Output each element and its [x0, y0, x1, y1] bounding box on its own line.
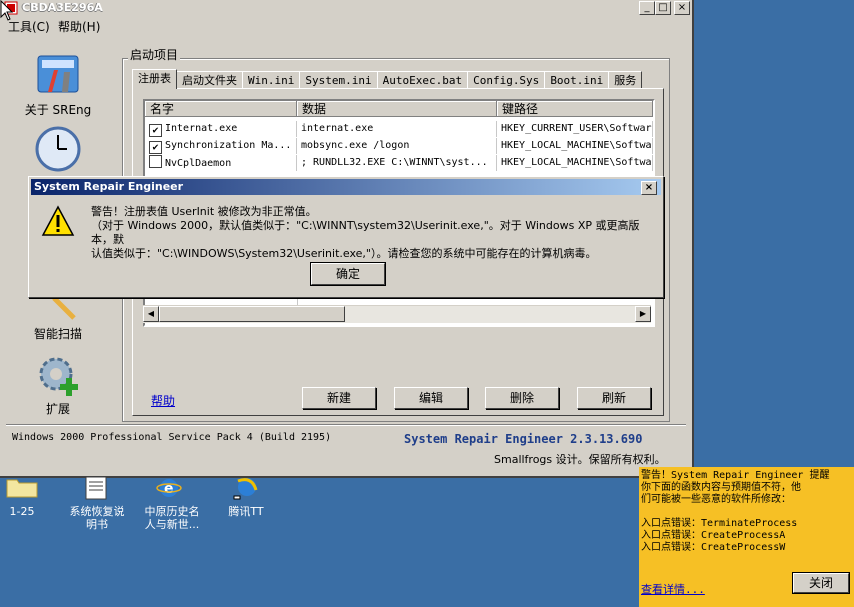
tab-registry[interactable]: 注册表	[132, 69, 177, 89]
notification-line: 们可能被一些恶意的软件所修改：	[641, 494, 791, 505]
gear-plus-icon[interactable]	[34, 352, 82, 398]
window-title: CBDA3E296A	[22, 1, 103, 14]
notification-line: 入口点错误：CreateProcessW	[641, 542, 786, 553]
dialog-message-line3: 认值类似于："C:\WINDOWS\System32\Userinit.exe,…	[91, 247, 597, 260]
tab-autoexec[interactable]: AutoExec.bat	[376, 71, 469, 89]
close-button[interactable]: ×	[674, 1, 690, 15]
sidebar-item-smart-scan[interactable]: 智能扫描	[20, 325, 96, 342]
dialog-close-button[interactable]: ×	[641, 181, 657, 195]
sidebar-item-about[interactable]: 关于 SREng	[20, 101, 96, 118]
row-name: Synchronization Ma...	[165, 140, 292, 151]
maximize-button[interactable]: □	[655, 1, 671, 15]
status-divider	[6, 424, 686, 425]
menu-help[interactable]: 帮助(H)	[58, 18, 100, 35]
row-path: HKEY_LOCAL_MACHINE\Softwa	[497, 155, 653, 171]
product-name: System Repair Engineer 2.3.13.690	[404, 432, 643, 446]
dialog-message-line2: （对于 Windows 2000，默认值类似于："C:\WINNT\system…	[91, 219, 640, 246]
tab-system-ini[interactable]: System.ini	[299, 71, 378, 89]
row-checkbox[interactable]: ✔	[149, 124, 162, 137]
menu-tools[interactable]: 工具(C)	[8, 18, 50, 35]
desktop-icon-label[interactable]: 中原历史名 人与新世...	[136, 505, 208, 531]
table-row[interactable]: ✔ Internat.exe internat.exe HKEY_CURRENT_…	[145, 121, 653, 137]
tab-config-sys[interactable]: Config.Sys	[467, 71, 546, 89]
warning-dialog: System Repair Engineer × 警告！注册表值 UserIni…	[28, 176, 664, 298]
tab-strip: 注册表 启动文件夹 Win.ini System.ini AutoExec.bat Con…	[132, 69, 643, 89]
clock-icon[interactable]	[34, 126, 82, 172]
row-data: ; RUNDLL32.EXE C:\WINNT\syst...	[297, 155, 497, 171]
sreng-about-icon[interactable]	[34, 52, 82, 98]
notification-close-button[interactable]: 关闭	[792, 572, 850, 594]
column-name[interactable]: 名字	[145, 101, 297, 117]
column-path[interactable]: 键路径	[497, 101, 653, 117]
desktop-icon-label[interactable]: 腾讯TT	[220, 505, 272, 518]
refresh-button[interactable]: 刷新	[577, 387, 651, 409]
tab-win-ini[interactable]: Win.ini	[242, 71, 301, 89]
dialog-title: System Repair Engineer	[34, 180, 184, 193]
horizontal-scrollbar[interactable]: ◀ ▶	[143, 305, 651, 323]
dialog-message: 警告！注册表值 UserInit 被修改为非正常值。 （对于 Windows 2…	[91, 205, 657, 261]
title-bar[interactable]	[0, 0, 692, 16]
scroll-left-icon[interactable]: ◀	[143, 306, 159, 322]
minimize-button[interactable]: _	[639, 1, 655, 15]
notification-line: 警告！System Repair Engineer 提醒	[641, 470, 830, 481]
desktop-icon-label[interactable]: 1-25	[0, 505, 44, 518]
tab-startup-folder[interactable]: 启动文件夹	[176, 71, 243, 89]
edit-button[interactable]: 编辑	[394, 387, 468, 409]
column-data[interactable]: 数据	[297, 101, 497, 117]
magnifier-icon[interactable]	[34, 296, 82, 322]
delete-button[interactable]: 删除	[485, 387, 559, 409]
tab-services[interactable]: 服务	[608, 71, 643, 89]
desktop-icon-label-line2: 人与新世...	[144, 518, 200, 531]
document-icon[interactable]	[84, 476, 108, 500]
tab-boot-ini[interactable]: Boot.ini	[544, 71, 610, 89]
desktop-icon-label[interactable]: 系统恢复说 明书	[62, 505, 132, 531]
help-link[interactable]: 帮助	[151, 392, 175, 409]
notification-text: 警告！System Repair Engineer 提醒 你下面的函数内容与预期…	[641, 470, 853, 554]
row-path: HKEY_CURRENT_USER\Softwar	[497, 121, 653, 137]
sidebar-item-extend[interactable]: 扩展	[20, 400, 96, 417]
table-row[interactable]: ✔ Synchronization Ma... mobsync.exe /logo…	[145, 138, 653, 154]
notification-line: 入口点错误：CreateProcessA	[641, 530, 786, 541]
os-version: Windows 2000 Professional Service Pack 4…	[12, 432, 332, 443]
row-data: internat.exe	[297, 121, 497, 137]
alert-notification: 警告！System Repair Engineer 提醒 你下面的函数内容与预期…	[639, 467, 854, 607]
folder-icon[interactable]	[6, 476, 38, 498]
view-details-link[interactable]: 查看详情...	[641, 584, 705, 596]
warning-icon	[41, 205, 75, 237]
mouse-cursor-icon	[0, 0, 14, 22]
row-checkbox[interactable]: ✔	[149, 141, 162, 154]
row-path: HKEY_LOCAL_MACHINE\Softwa	[497, 138, 653, 154]
ie-icon[interactable]: e	[156, 476, 182, 500]
notification-line: 你下面的函数内容与预期值不符，他	[641, 482, 801, 493]
scroll-thumb[interactable]	[159, 306, 345, 322]
desktop-icon-label-line1: 系统恢复说	[69, 505, 125, 518]
scroll-right-icon[interactable]: ▶	[635, 306, 651, 322]
tencent-tt-icon[interactable]	[232, 476, 258, 500]
table-row[interactable]: NvCplDaemon ; RUNDLL32.EXE C:\WINNT\syst…	[145, 155, 653, 171]
ok-button[interactable]: 确定	[310, 262, 386, 286]
dialog-title-bar[interactable]: System Repair Engineer ×	[31, 179, 661, 195]
new-button[interactable]: 新建	[302, 387, 376, 409]
row-name: NvCplDaemon	[165, 158, 232, 169]
row-checkbox[interactable]	[149, 155, 162, 168]
desktop-icon-label-line1: 中原历史名	[144, 505, 200, 518]
row-data: mobsync.exe /logon	[297, 138, 497, 154]
desktop-icon-label-line2: 明书	[86, 518, 108, 531]
group-label: 启动项目	[128, 46, 181, 63]
copyright: Smallfrogs 设计。保留所有权利。	[494, 453, 666, 466]
row-name: Internat.exe	[165, 123, 238, 134]
notification-line: 入口点错误：TerminateProcess	[641, 518, 798, 529]
dialog-message-line1: 警告！注册表值 UserInit 被修改为非正常值。	[91, 205, 317, 218]
